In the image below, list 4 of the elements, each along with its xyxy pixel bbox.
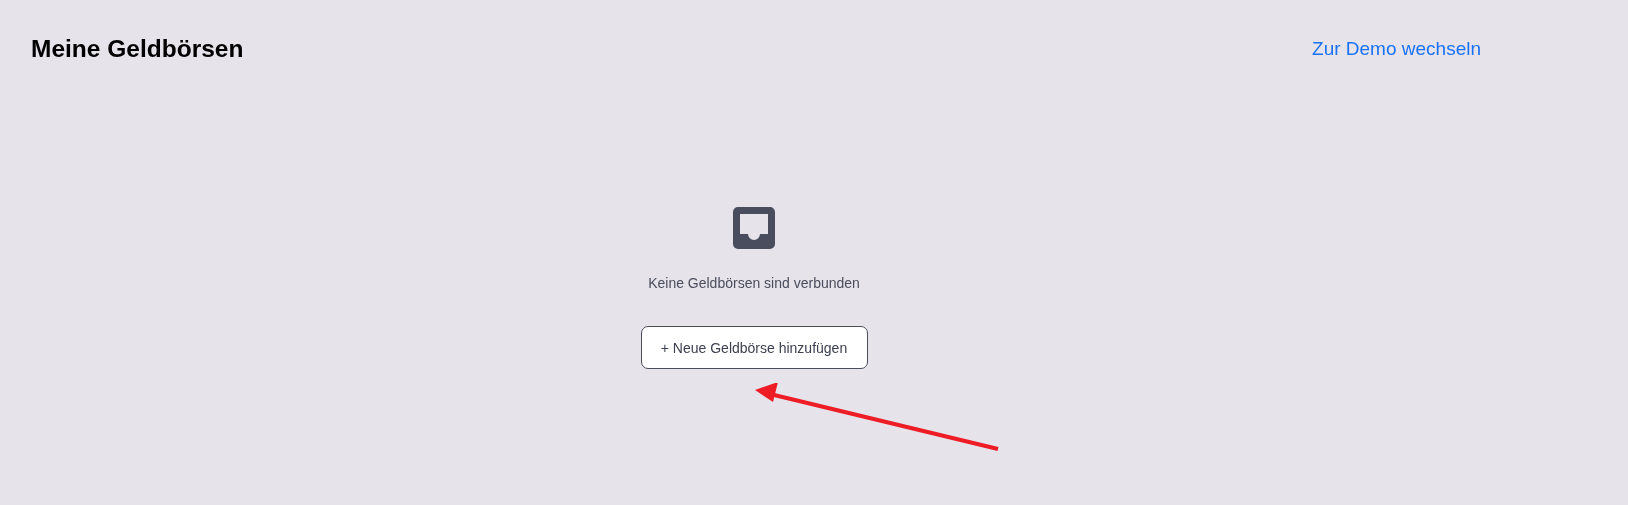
inbox-icon (733, 207, 775, 249)
add-wallet-button[interactable]: + Neue Geldbörse hinzufügen (640, 326, 868, 369)
page-title: Meine Geldbörsen (31, 35, 244, 63)
empty-message: Keine Geldbörsen sind verbunden (648, 274, 860, 293)
